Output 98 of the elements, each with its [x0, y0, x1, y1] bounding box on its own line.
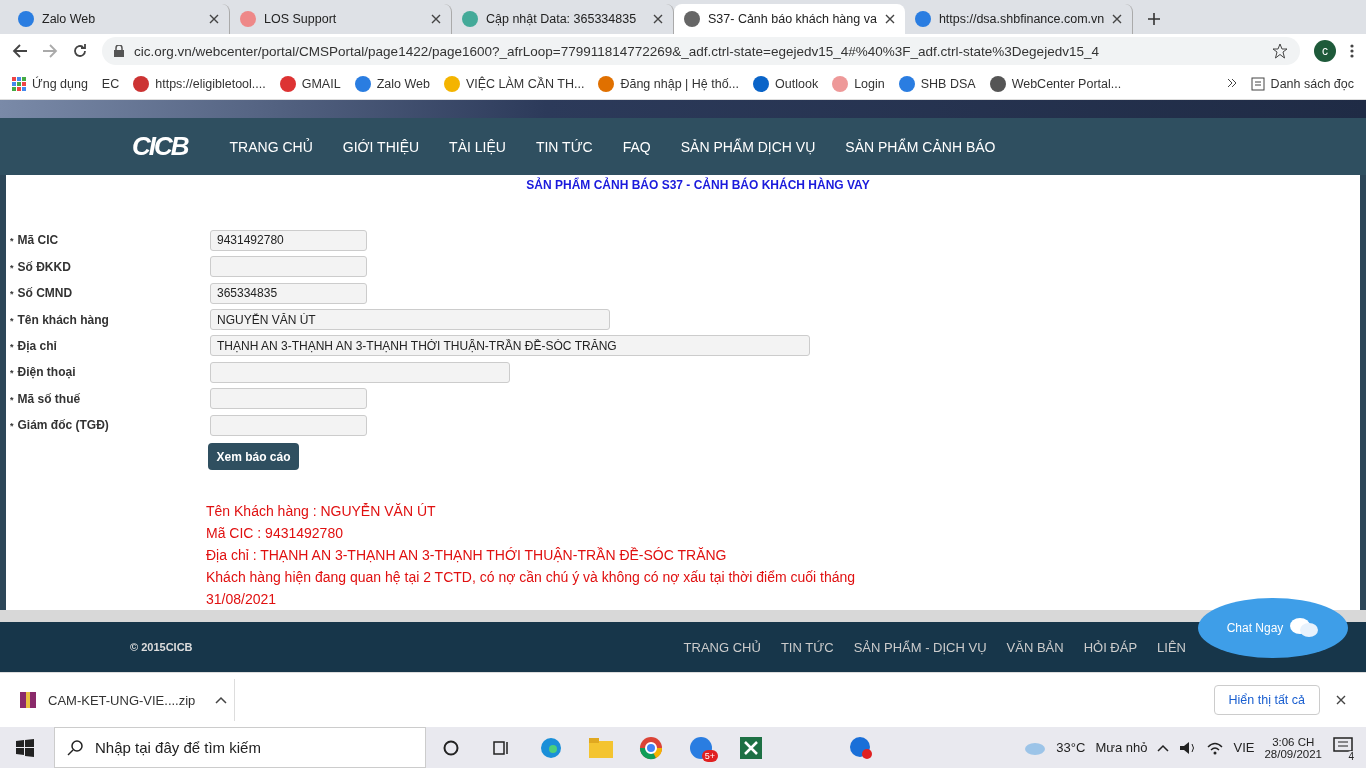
language-indicator[interactable]: VIE [1233, 740, 1255, 755]
wifi-icon[interactable] [1207, 740, 1224, 755]
field-label: * Mã CIC [9, 233, 59, 248]
close-icon[interactable] [653, 14, 663, 24]
apps-bookmark[interactable]: Ứng dụng [12, 76, 88, 91]
back-icon[interactable] [12, 43, 28, 59]
bookmark[interactable]: WebCenter Portal... [989, 75, 1122, 92]
page-title: SẢN PHẨM CẢNH BÁO S37 - CẢNH BÁO KHÁCH HÀNG VAY [525, 176, 871, 194]
field-label: * Địa chỉ [9, 338, 57, 353]
close-icon[interactable] [1112, 14, 1123, 24]
field-label: * Tên khách hàng [9, 312, 109, 327]
new-tab-icon[interactable] [1147, 12, 1162, 26]
input-field[interactable] [210, 388, 367, 410]
nav-link[interactable]: TÀI LIỆU [449, 138, 506, 155]
input-field[interactable]: THẠNH AN 3-THẠNH AN 3-THẠNH THỚI THUẬN-TRẦN ĐỀ-SÓC TRĂNG [210, 335, 810, 357]
site-icon [279, 75, 296, 92]
nav-link[interactable]: FAQ [622, 138, 651, 155]
close-icon[interactable] [884, 14, 895, 24]
site-icon [989, 75, 1006, 92]
result-text: Tên Khách hàng : NGUYỄN VĂN ÚT [206, 501, 437, 521]
reload-icon[interactable] [72, 43, 88, 59]
site-logo[interactable]: CICB [132, 131, 188, 162]
menu-icon[interactable] [1350, 44, 1354, 58]
list-icon [1250, 76, 1265, 91]
close-icon[interactable] [209, 14, 219, 24]
address-bar[interactable]: cic.org.vn/webcenter/portal/CMSPortal/page1422/page1600?_afrLoop=779911814772269&_adf.ctrl-state=egejedv15_4#%40%3F_adf.ctrl-state%3Degejedv15_4 [102, 37, 1300, 65]
view-report-button[interactable]: Xem báo cáo [208, 443, 299, 470]
bookmark[interactable]: Đăng nhập | Hệ thố... [598, 75, 740, 92]
site-icon [914, 11, 931, 27]
browser-tab[interactable]: Zalo Web [8, 4, 230, 34]
input-field[interactable] [210, 414, 367, 436]
input-field[interactable] [210, 361, 510, 383]
result-text: Khách hàng hiện đang quan hệ tại 2 TCTD, có nợ cần chú ý và không có nợ xấu tại thời điểm cuối tháng 31/08/2021 [206, 567, 857, 609]
site-icon [598, 75, 615, 92]
bookmark[interactable]: GMAIL [279, 75, 341, 92]
field-label: * Điện thoại [9, 365, 76, 380]
footer-link[interactable]: LIÊN [1157, 639, 1186, 655]
url-text: cic.org.vn/webcenter/portal/CMSPortal/page1422/page1600?_afrLoop=779911814772269&_adf.ctrl-state=egejedv15_4#%40%3F_adf.ctrl-state%3Degejedv15_4 [134, 43, 1099, 59]
site-icon [18, 11, 34, 27]
site-icon [832, 75, 849, 92]
browser-tab[interactable]: Cập nhật Data: 365334835 [452, 4, 674, 34]
input-field[interactable]: NGUYỄN VĂN ÚT [210, 309, 610, 330]
download-file[interactable]: CAM-KET-UNG-VIE....zip [48, 692, 196, 708]
search-icon [67, 739, 83, 756]
nav-link[interactable]: SẢN PHẨM CẢNH BÁO [845, 138, 996, 155]
site-icon [753, 75, 770, 92]
caret-icon[interactable] [215, 696, 228, 704]
field-label: * Mã số thuế [9, 391, 81, 406]
input-field[interactable]: 365334835 [210, 282, 367, 304]
clock[interactable]: 3:06 CH 28/09/2021 [1264, 735, 1322, 760]
site-icon [898, 75, 915, 92]
browser-tab[interactable]: https://dsa.shbfinance.com.vn [904, 4, 1134, 34]
field-label: * Số CMND [9, 286, 73, 301]
footer-link[interactable]: VĂN BẢN [1006, 639, 1064, 655]
close-icon[interactable] [431, 14, 441, 24]
bookmark[interactable]: SHB DSA [898, 75, 976, 92]
nav-link[interactable]: GIỚI THIỆU [342, 138, 420, 155]
search-field[interactable]: Nhập tại đây để tìm kiếm [54, 727, 426, 768]
chat-icon [1289, 617, 1320, 639]
site-icon [240, 11, 256, 27]
apps-grid-icon [12, 76, 26, 91]
footer-link[interactable]: TIN TỨC [780, 639, 834, 655]
input-field[interactable] [210, 256, 367, 278]
weather-text: Mưa nhỏ [1095, 740, 1148, 755]
site-icon [354, 75, 371, 92]
bookmark[interactable]: EC [101, 76, 120, 91]
bookmark[interactable]: Outlook [753, 75, 819, 92]
site-icon [133, 75, 150, 92]
result-text: Địa chỉ : THẠNH AN 3-THẠNH AN 3-THẠNH THỚI THUẬN-TRẦN ĐỀ-SÓC TRĂNG [206, 545, 728, 565]
star-icon[interactable] [1272, 43, 1288, 59]
archive-icon [20, 692, 36, 708]
bookmark[interactable]: Zalo Web [354, 75, 430, 92]
bookmark[interactable]: VIỆC LÀM CẦN TH... [443, 75, 585, 92]
close-icon[interactable] [1336, 695, 1346, 705]
result-text: Mã CIC : 9431492780 [206, 523, 344, 543]
bookmark[interactable]: https://eligibletool.... [133, 75, 266, 92]
profile-avatar[interactable]: c [1314, 40, 1336, 62]
footer-link[interactable]: HỎI ĐÁP [1083, 639, 1138, 655]
nav-link[interactable]: TRANG CHỦ [229, 138, 313, 155]
footer-link[interactable]: SẢN PHẨM - DỊCH VỤ [853, 639, 987, 655]
show-all-button[interactable]: Hiển thị tất cả [1213, 685, 1320, 715]
site-icon [684, 11, 700, 27]
field-label: * Số ĐKKD [9, 259, 71, 274]
browser-tab[interactable]: LOS Support [230, 4, 452, 34]
nav-link[interactable]: TIN TỨC [535, 138, 593, 155]
bookmark[interactable]: Login [832, 75, 885, 92]
copyright-text: © 2015CICB [130, 641, 193, 653]
site-icon [462, 11, 478, 27]
caret-icon[interactable] [1157, 743, 1170, 752]
field-label: * Giám đốc (TGĐ) [9, 418, 109, 433]
input-field[interactable]: 9431492780 [210, 229, 367, 251]
nav-link[interactable]: SẢN PHẨM DỊCH VỤ [680, 138, 816, 155]
footer-link[interactable]: TRANG CHỦ [683, 639, 761, 655]
site-icon [443, 75, 460, 92]
browser-tab[interactable]: S37- Cảnh báo khách hàng va [674, 4, 905, 34]
temperature-text: 33°C [1056, 740, 1086, 755]
lock-icon [114, 45, 124, 57]
reading-list[interactable]: Danh sách đọc [1250, 76, 1354, 91]
